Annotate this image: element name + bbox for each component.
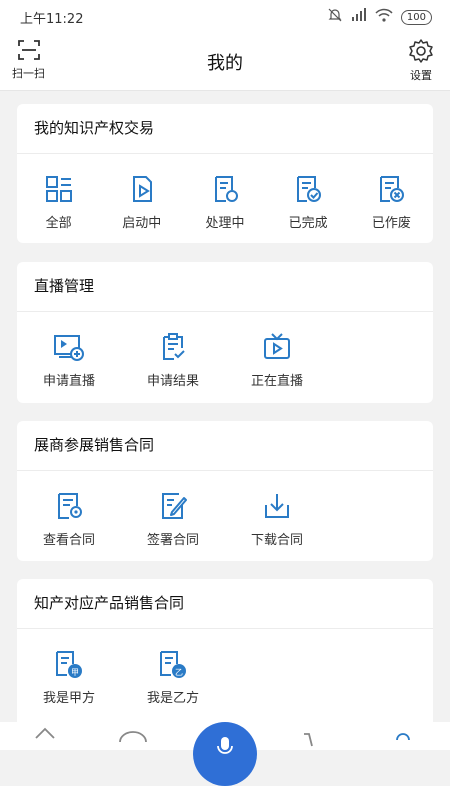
battery-indicator: 100 (400, 9, 432, 25)
ip-trade-items: 全部 启动中 处理中 已完成 已作废 (17, 154, 433, 231)
live-item-label: 正在直播 (250, 374, 303, 389)
expo-item-view[interactable]: 查看合同 (17, 489, 121, 548)
scan-icon (16, 38, 42, 65)
ip-trade-card: 我的知识产权交易 全部 启动中 处理中 已完成 已作废 (17, 104, 433, 243)
ip-trade-item-completed[interactable]: 已完成 (267, 172, 350, 231)
mute-icon (327, 8, 343, 26)
app-bar: 扫一扫 我的 设置 (0, 34, 450, 91)
tv-icon (260, 330, 294, 364)
scan-label: 扫一扫 (12, 67, 45, 80)
scan-button[interactable]: 扫一扫 (12, 38, 45, 81)
product-contract-title: 知产对应产品销售合同 (17, 579, 433, 629)
expo-item-label: 下载合同 (250, 533, 303, 548)
doc-refresh-icon (208, 172, 242, 206)
doc-check-icon (291, 172, 325, 206)
product-item-party-b[interactable]: 乙 我是乙方 (121, 647, 225, 706)
live-items: 申请直播 申请结果 正在直播 (17, 312, 433, 389)
ip-trade-item-void[interactable]: 已作废 (350, 172, 433, 231)
view-contract-icon (52, 489, 86, 523)
party-a-icon: 甲 (52, 647, 86, 681)
ip-trade-item-label: 全部 (45, 216, 72, 231)
expo-contract-card: 展商参展销售合同 查看合同 签署合同 下载合同 (17, 421, 433, 561)
grid-icon (42, 172, 76, 206)
ip-trade-item-label: 已完成 (288, 216, 328, 231)
download-icon (260, 489, 294, 523)
ip-trade-item-processing[interactable]: 处理中 (183, 172, 266, 231)
ip-trade-item-label: 处理中 (205, 216, 245, 231)
party-b-icon: 乙 (156, 647, 190, 681)
product-contract-card: 知产对应产品销售合同 甲 我是甲方 乙 我是乙方 (17, 579, 433, 729)
party-b-badge: 乙 (175, 668, 183, 677)
live-title: 直播管理 (17, 262, 433, 312)
page-title: 我的 (207, 53, 243, 74)
live-card: 直播管理 申请直播 申请结果 正在直播 (17, 262, 433, 403)
live-item-result[interactable]: 申请结果 (121, 330, 225, 389)
bottom-nav (0, 722, 450, 786)
live-item-apply[interactable]: 申请直播 (17, 330, 121, 389)
product-item-label: 我是甲方 (42, 691, 95, 706)
doc-cancel-icon (374, 172, 408, 206)
gear-icon (408, 38, 434, 67)
voice-button[interactable] (193, 722, 257, 786)
ip-trade-item-label: 已作废 (371, 216, 411, 231)
clipboard-check-icon (156, 330, 190, 364)
expo-item-label: 查看合同 (42, 533, 95, 548)
product-item-party-a[interactable]: 甲 我是甲方 (17, 647, 121, 706)
status-icons: 100 (327, 8, 432, 26)
ip-trade-title: 我的知识产权交易 (17, 104, 433, 154)
product-contract-items: 甲 我是甲方 乙 我是乙方 (17, 629, 433, 706)
live-item-label: 申请结果 (146, 374, 199, 389)
message-icon[interactable] (118, 728, 148, 756)
ip-trade-item-label: 启动中 (122, 216, 162, 231)
ip-trade-item-all[interactable]: 全部 (17, 172, 100, 231)
cart-icon[interactable] (302, 730, 328, 754)
live-item-now[interactable]: 正在直播 (225, 330, 329, 389)
status-bar: 上午11:22 100 (0, 0, 450, 34)
expo-item-sign[interactable]: 签署合同 (121, 489, 225, 548)
sign-contract-icon (156, 489, 190, 523)
ip-trade-item-starting[interactable]: 启动中 (100, 172, 183, 231)
product-item-label: 我是乙方 (146, 691, 199, 706)
expo-item-download[interactable]: 下载合同 (225, 489, 329, 548)
expo-contract-items: 查看合同 签署合同 下载合同 (17, 471, 433, 548)
signal-icon (351, 8, 367, 26)
microphone-icon (217, 736, 233, 762)
settings-button[interactable]: 设置 (408, 38, 434, 83)
expo-contract-title: 展商参展销售合同 (17, 421, 433, 471)
expo-item-label: 签署合同 (146, 533, 199, 548)
apply-live-icon (52, 330, 86, 364)
doc-play-icon (125, 172, 159, 206)
party-a-badge: 甲 (71, 668, 79, 677)
settings-label: 设置 (410, 69, 432, 82)
live-item-label: 申请直播 (42, 374, 95, 389)
profile-icon[interactable] (392, 728, 414, 754)
status-time: 上午11:22 (20, 11, 84, 27)
wifi-icon (375, 8, 393, 26)
